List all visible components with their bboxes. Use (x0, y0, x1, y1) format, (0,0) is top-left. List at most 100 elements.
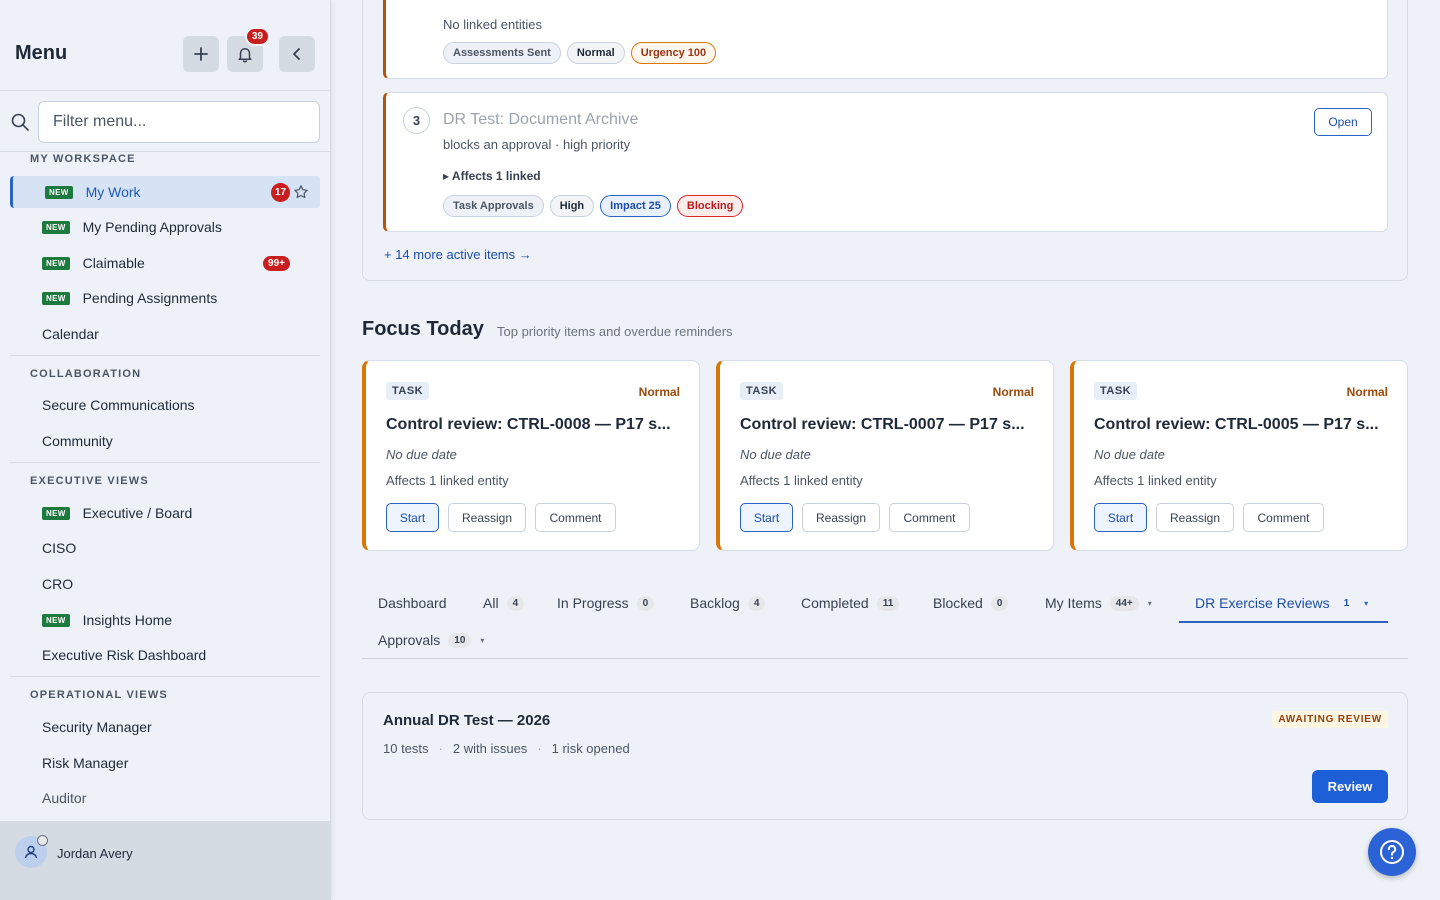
sidebar-item-risk-manager[interactable]: Risk Manager (10, 747, 320, 779)
collapse-sidebar-button[interactable] (279, 36, 315, 72)
focus-card[interactable]: TASK Normal Control review: CTRL-0008 — … (362, 360, 700, 551)
active-item-card[interactable]: 3 DR Test: Document Archive blocks an ap… (383, 92, 1388, 232)
sidebar-item-label: Claimable (82, 255, 145, 271)
active-item-card[interactable]: No linked entities Assessments Sent Norm… (383, 0, 1388, 79)
chip-priority: High (549, 195, 595, 217)
sidebar-item-calendar[interactable]: Calendar (10, 318, 320, 350)
help-button[interactable] (1368, 828, 1416, 876)
task-tag: TASK (1094, 382, 1138, 400)
sidebar-item-label: CISO (42, 540, 77, 556)
sidebar-item-secure-communications[interactable]: Secure Communications (10, 389, 320, 421)
tab-count: 1 (1343, 597, 1350, 609)
review-button[interactable]: Review (1312, 770, 1388, 803)
sidebar-item-executive-board[interactable]: NEW Executive / Board (10, 497, 320, 529)
focus-card-title: Control review: CTRL-0007 — P17 s... (740, 416, 1025, 433)
tab-dashboard[interactable]: Dashboard (378, 593, 447, 613)
affects-text: Affects 1 linked entity (386, 473, 509, 488)
comment-button[interactable]: Comment (1243, 503, 1324, 532)
tab-count: 10 (448, 632, 472, 648)
priority-label: Normal (992, 385, 1034, 399)
comment-button[interactable]: Comment (535, 503, 616, 532)
chip-impact: Impact 25 (600, 195, 671, 217)
tab-label: My Items (1045, 595, 1102, 611)
sidebar-item-auditor[interactable]: Auditor (10, 782, 320, 814)
sidebar-item-label: Security Manager (42, 719, 152, 735)
sidebar-item-claimable[interactable]: NEW Claimable 99+ (10, 247, 320, 279)
start-button[interactable]: Start (1094, 503, 1147, 532)
reassign-button[interactable]: Reassign (802, 503, 880, 532)
section-executive-views: EXECUTIVE VIEWS (30, 475, 149, 487)
sidebar: Menu 39 MY WORKSPACE NEW My Work 17 NEW … (0, 0, 331, 900)
filter-menu-input[interactable] (38, 101, 320, 143)
priority-label: Normal (1346, 385, 1388, 399)
focus-card[interactable]: TASK Normal Control review: CTRL-0007 — … (716, 360, 1054, 551)
sidebar-item-executive-risk-dashboard[interactable]: Executive Risk Dashboard (10, 639, 320, 671)
more-active-items-link[interactable]: + 14 more active items → (384, 247, 532, 262)
sidebar-item-label: CRO (42, 576, 74, 592)
plus-icon (194, 47, 208, 61)
due-date: No due date (1094, 447, 1165, 462)
tab-completed[interactable]: Completed 11 (801, 593, 900, 613)
sidebar-item-label: Pending Assignments (82, 290, 218, 306)
tab-all[interactable]: All 4 (483, 593, 525, 613)
notifications-button[interactable]: 39 (227, 27, 270, 72)
start-button[interactable]: Start (740, 503, 793, 532)
tab-blocked[interactable]: Blocked 0 (933, 593, 1009, 613)
focus-card-title: Control review: CTRL-0005 — P17 s... (1094, 416, 1379, 433)
sidebar-item-insights-home[interactable]: NEW Insights Home (10, 604, 320, 636)
my-work-count-badge: 17 (271, 182, 290, 202)
comment-button[interactable]: Comment (889, 503, 970, 532)
risks-opened: 1 risk opened (551, 741, 630, 756)
open-button[interactable]: Open (1314, 108, 1372, 136)
sidebar-item-label: Auditor (42, 790, 87, 806)
add-button[interactable] (183, 36, 219, 72)
reassign-button[interactable]: Reassign (1156, 503, 1234, 532)
task-tag: TASK (386, 382, 430, 400)
tab-label: Completed (801, 595, 869, 611)
sidebar-item-security-manager[interactable]: Security Manager (10, 711, 320, 743)
sidebar-item-label: My Work (85, 184, 141, 200)
sidebar-item-ciso[interactable]: CISO (10, 532, 320, 564)
sidebar-item-cro[interactable]: CRO (10, 568, 320, 600)
bell-icon (238, 47, 252, 63)
focus-card[interactable]: TASK Normal Control review: CTRL-0005 — … (1070, 360, 1408, 551)
sidebar-item-community[interactable]: Community (10, 425, 320, 457)
priority-label: Normal (638, 385, 680, 399)
dropdown-caret-icon: ▾ (1364, 598, 1369, 608)
status-badge: AWAITING REVIEW (1272, 711, 1388, 728)
sidebar-menu: MY WORKSPACE NEW My Work 17 NEW My Pendi… (0, 152, 330, 821)
tab-backlog[interactable]: Backlog 4 (690, 593, 766, 613)
user-footer[interactable]: Jordan Avery (0, 821, 330, 900)
issues-count: 2 with issues (452, 741, 528, 756)
sidebar-item-my-work[interactable]: NEW My Work 17 (10, 176, 320, 208)
tab-label: In Progress (557, 595, 629, 611)
affects-toggle[interactable]: ▸ Affects 1 linked (443, 169, 541, 183)
star-icon[interactable] (293, 184, 309, 200)
divider (10, 355, 320, 356)
tab-dr-exercise-reviews[interactable]: DR Exercise Reviews 1 ▾ (1195, 593, 1368, 613)
reassign-button[interactable]: Reassign (448, 503, 526, 532)
tab-approvals[interactable]: Approvals 10 ▾ (378, 630, 484, 650)
sidebar-item-label: Risk Manager (42, 755, 129, 771)
card-chips: Task Approvals High Impact 25 Blocking (443, 195, 744, 217)
review-meta: 10 tests · 2 with issues · 1 risk opened (383, 741, 630, 756)
tab-count: 4 (747, 595, 766, 611)
divider (10, 462, 320, 463)
review-title: Annual DR Test — 2026 (383, 712, 551, 729)
new-badge: NEW (45, 185, 73, 199)
tab-label: Approvals (378, 632, 441, 648)
sidebar-item-my-pending-approvals[interactable]: NEW My Pending Approvals (10, 211, 320, 243)
tab-count: 0 (636, 595, 655, 611)
sidebar-item-label: Secure Communications (42, 397, 195, 413)
card-chips: Assessments Sent Normal Urgency 100 (443, 42, 717, 64)
tab-in-progress[interactable]: In Progress 0 (557, 593, 655, 613)
sidebar-item-pending-assignments[interactable]: NEW Pending Assignments (10, 282, 320, 314)
tab-my-items[interactable]: My Items 44+ ▾ (1045, 593, 1152, 613)
dropdown-caret-icon: ▾ (480, 635, 485, 645)
start-button[interactable]: Start (386, 503, 439, 532)
tab-bar: Dashboard All 4 In Progress 0 Backlog 4 … (362, 580, 1408, 659)
affects-text: Affects 1 linked entity (1094, 473, 1217, 488)
divider (10, 676, 320, 677)
chip-category: Task Approvals (443, 195, 544, 217)
card-subtitle: blocks an approval · high priority (443, 137, 631, 152)
